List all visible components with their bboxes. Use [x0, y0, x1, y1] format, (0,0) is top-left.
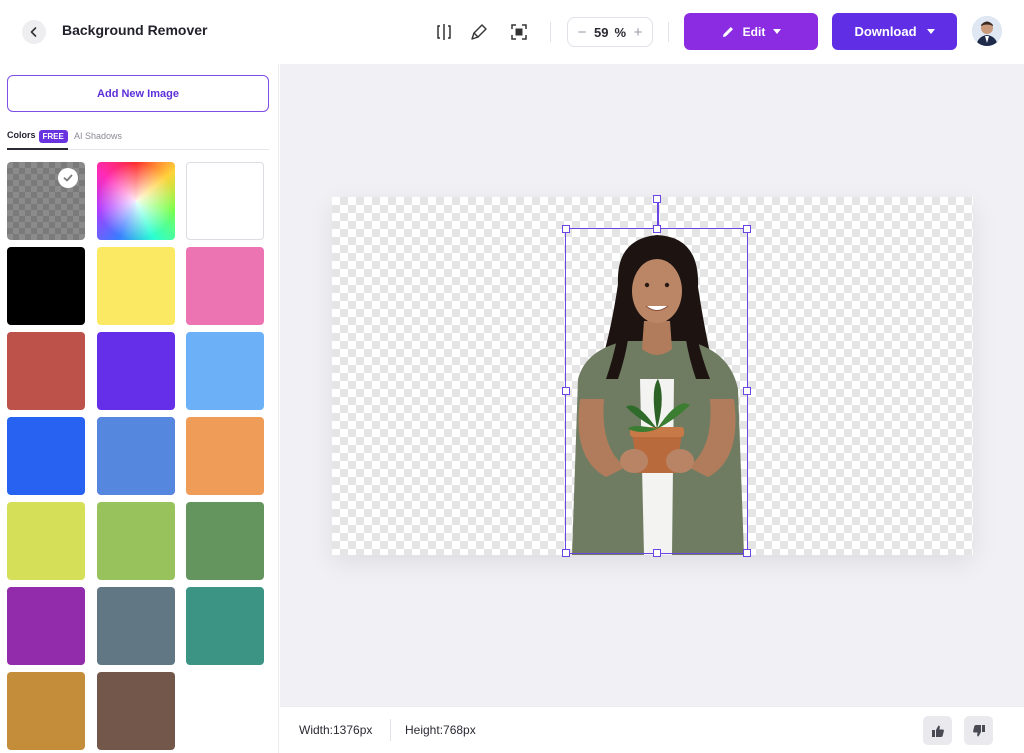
image-canvas[interactable] [332, 195, 973, 557]
divider [550, 22, 551, 42]
fit-screen-button[interactable] [508, 21, 530, 43]
swatch-slate[interactable] [97, 587, 175, 665]
canvas-workspace [280, 64, 1024, 706]
swatch-forest-green[interactable] [186, 502, 264, 580]
thumbs-down-button[interactable] [964, 716, 993, 745]
zoom-control: − 59 % + [567, 17, 653, 47]
tab-ai-shadows[interactable]: AI Shadows [74, 131, 122, 141]
resize-handle-left[interactable] [562, 387, 570, 395]
image-width: Width:1376px [299, 723, 373, 737]
selection-box[interactable] [562, 195, 751, 557]
caret-down-icon [926, 29, 935, 34]
resize-handle-bottom-left[interactable] [562, 549, 570, 557]
left-panel: Add New Image Colors FREE AI Shadows [0, 64, 279, 753]
edit-button[interactable]: Edit [684, 13, 818, 50]
thumbs-up-button[interactable] [923, 716, 952, 745]
download-button-label: Download [854, 24, 917, 39]
resize-handle-bottom[interactable] [653, 549, 661, 557]
resize-handle-right[interactable] [743, 387, 751, 395]
swatch-steel-blue[interactable] [97, 417, 175, 495]
user-avatar-icon [972, 16, 1002, 46]
divider [390, 719, 391, 741]
free-badge: FREE [38, 130, 68, 143]
swatch-lime[interactable] [7, 502, 85, 580]
swatch-black[interactable] [7, 247, 85, 325]
bottom-bar: Width:1376px Height:768px [280, 706, 1024, 753]
swatch-yellow[interactable] [97, 247, 175, 325]
swatch-light-blue[interactable] [186, 332, 264, 410]
add-new-image-button[interactable]: Add New Image [7, 75, 269, 112]
tab-colors[interactable]: Colors FREE [7, 128, 68, 150]
swatch-mustard[interactable] [7, 672, 85, 750]
swatch-red[interactable] [7, 332, 85, 410]
brush-icon [471, 24, 487, 40]
back-icon [30, 27, 37, 37]
avatar[interactable] [972, 16, 1002, 46]
swatch-transparent[interactable] [7, 162, 85, 240]
swatch-purple[interactable] [7, 587, 85, 665]
checkmark-icon [58, 168, 78, 188]
fit-screen-icon [511, 24, 527, 40]
swatch-pink[interactable] [186, 247, 264, 325]
compare-button[interactable] [433, 21, 455, 43]
zoom-value: 59 [593, 24, 609, 40]
zoom-unit: % [614, 24, 627, 40]
resize-handle-top-left[interactable] [562, 225, 570, 233]
resize-handle-bottom-right[interactable] [743, 549, 751, 557]
compare-icon [437, 24, 451, 40]
top-bar: Background Remover − 59 % + Edit Downloa… [0, 0, 1024, 64]
caret-down-icon [773, 29, 782, 34]
thumbs-up-icon [931, 725, 944, 737]
brush-button[interactable] [468, 21, 490, 43]
download-button[interactable]: Download [832, 13, 957, 50]
zoom-out-button[interactable]: − [576, 24, 588, 41]
swatch-teal[interactable] [186, 587, 264, 665]
resize-handle-top[interactable] [653, 225, 661, 233]
pencil-icon [722, 26, 733, 37]
swatch-white[interactable] [186, 162, 264, 240]
page-title: Background Remover [62, 22, 208, 38]
divider [668, 22, 669, 42]
swatch-orange[interactable] [186, 417, 264, 495]
zoom-in-button[interactable]: + [632, 24, 644, 41]
rotate-handle[interactable] [653, 195, 661, 203]
edit-button-label: Edit [742, 24, 766, 39]
swatch-blue[interactable] [7, 417, 85, 495]
swatch-violet[interactable] [97, 332, 175, 410]
thumbs-down-icon [972, 724, 985, 736]
tab-colors-label: Colors [7, 130, 36, 140]
resize-handle-top-right[interactable] [743, 225, 751, 233]
swatch-color-picker[interactable] [97, 162, 175, 240]
image-height: Height:768px [405, 723, 476, 737]
swatch-green[interactable] [97, 502, 175, 580]
swatch-brown[interactable] [97, 672, 175, 750]
panel-tabs: Colors FREE AI Shadows [7, 128, 269, 150]
back-button[interactable] [22, 20, 46, 44]
